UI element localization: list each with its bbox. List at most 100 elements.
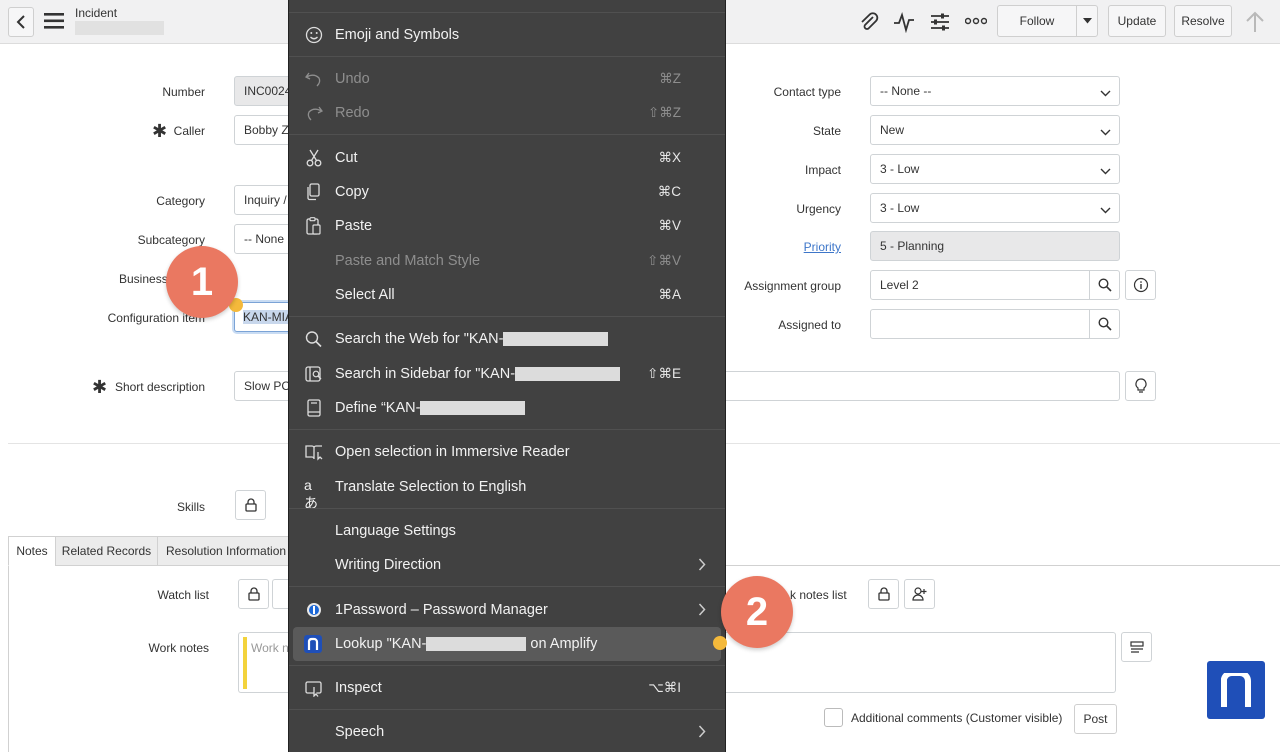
- sidebar-search-icon: [304, 365, 324, 383]
- menu-item-undo[interactable]: Undo ⌘Z: [289, 64, 725, 94]
- arrow-up-icon[interactable]: [1245, 11, 1265, 33]
- short-description-field[interactable]: Slow PC: [234, 371, 294, 401]
- assignment-group-field[interactable]: Level 2: [870, 270, 1090, 300]
- more-options-icon[interactable]: [965, 15, 987, 27]
- menu-separator: [289, 508, 725, 509]
- menu-item-immersive-reader[interactable]: Open selection in Immersive Reader: [289, 437, 725, 467]
- immersive-reader-icon: [304, 443, 324, 461]
- menu-item-label: Search in Sidebar for "KAN-: [335, 366, 516, 382]
- menu-item-label: Speech: [335, 724, 385, 740]
- work-notes-textarea-right[interactable]: [720, 632, 1116, 693]
- menu-item-label: Redo: [335, 105, 370, 121]
- number-field[interactable]: INC00244: [234, 76, 294, 106]
- tab-notes[interactable]: Notes: [8, 536, 56, 566]
- activity-icon[interactable]: [893, 11, 915, 33]
- hamburger-menu-button[interactable]: [44, 12, 64, 30]
- add-user-icon: [911, 587, 928, 601]
- amplify-logo-icon: [1220, 673, 1252, 707]
- menu-item-copy[interactable]: Copy ⌘C: [289, 177, 725, 207]
- chevron-down-icon: [1100, 203, 1111, 217]
- state-value: New: [880, 123, 905, 137]
- onepassword-icon: [304, 601, 324, 619]
- menu-item-select-all[interactable]: Select All ⌘A: [289, 280, 725, 310]
- additional-comments-checkbox[interactable]: [824, 708, 843, 727]
- sliders-icon[interactable]: [929, 11, 951, 33]
- menu-separator: [289, 56, 725, 57]
- menu-item-shortcut: ⌘A: [658, 287, 681, 302]
- caller-field[interactable]: Bobby Za: [234, 115, 294, 145]
- menu-item-shortcut: ⌘V: [658, 218, 681, 233]
- post-button[interactable]: Post: [1074, 704, 1117, 734]
- subcategory-select[interactable]: -- None: [234, 224, 294, 254]
- menu-separator: [289, 429, 725, 430]
- page-title: Incident: [75, 6, 118, 20]
- assigned-to-field[interactable]: [870, 309, 1090, 339]
- watch-list-lock-button[interactable]: [238, 579, 269, 609]
- step-2-pointer-dot: [713, 636, 727, 650]
- menu-item-paste[interactable]: Paste ⌘V: [289, 211, 725, 241]
- magnifier-icon: [304, 330, 324, 348]
- menu-item-label: Open selection in Immersive Reader: [335, 444, 570, 460]
- menu-item-translate[interactable]: aあ Translate Selection to English: [289, 472, 725, 511]
- redacted-record-number: [75, 21, 164, 35]
- short-description-field-right[interactable]: [720, 371, 1120, 401]
- menu-item-label: 1Password – Password Manager: [335, 602, 548, 618]
- menu-item-search-sidebar[interactable]: Search in Sidebar for "KAN- ⇧⌘E: [289, 359, 725, 389]
- menu-separator: [289, 586, 725, 587]
- menu-item-emoji-symbols[interactable]: Emoji and Symbols: [289, 20, 725, 50]
- menu-item-1password[interactable]: 1Password – Password Manager: [289, 595, 725, 625]
- follow-button[interactable]: Follow: [997, 5, 1077, 37]
- update-button[interactable]: Update: [1108, 5, 1166, 37]
- assigned-to-lookup-button[interactable]: [1089, 309, 1120, 339]
- follow-dropdown-button[interactable]: [1076, 5, 1098, 37]
- step-2-badge: 2: [721, 576, 793, 648]
- form-list-icon: [1129, 641, 1144, 653]
- configuration-item-field[interactable]: KAN-MIA: [234, 302, 294, 332]
- menu-item-lookup-amplify[interactable]: Lookup "KAN- on Amplify: [293, 627, 721, 661]
- assignment-group-info-button[interactable]: [1125, 270, 1156, 300]
- menu-item-shortcut: ⇧⌘V: [647, 253, 681, 268]
- skills-lock-button[interactable]: [235, 490, 266, 520]
- work-notes-textarea[interactable]: Work n: [238, 632, 290, 693]
- work-notes-label: Work notes: [148, 641, 209, 655]
- contact-type-select[interactable]: -- None --: [870, 76, 1120, 106]
- priority-field: 5 - Planning: [870, 231, 1120, 261]
- menu-item-label: Paste: [335, 218, 373, 234]
- resolve-button[interactable]: Resolve: [1174, 5, 1232, 37]
- skills-label: Skills: [176, 500, 205, 514]
- menu-item-writing-direction[interactable]: Writing Direction: [289, 550, 725, 580]
- amplify-launcher-button[interactable]: [1207, 661, 1265, 719]
- menu-item-speech[interactable]: Speech: [289, 717, 725, 747]
- paperclip-icon[interactable]: [858, 11, 880, 33]
- menu-item-paste-match-style[interactable]: Paste and Match Style ⇧⌘V: [289, 246, 725, 276]
- work-notes-list-lock-button[interactable]: [868, 579, 899, 609]
- short-description-label: Short description: [114, 380, 205, 394]
- work-notes-list-add-user-button[interactable]: [904, 579, 935, 609]
- impact-select[interactable]: 3 - Low: [870, 154, 1120, 184]
- menu-item-inspect[interactable]: Inspect ⌥⌘I: [289, 673, 725, 703]
- state-select[interactable]: New: [870, 115, 1120, 145]
- tab-related-records[interactable]: Related Records: [55, 536, 158, 566]
- chevron-down-icon: [1100, 86, 1111, 100]
- urgency-select[interactable]: 3 - Low: [870, 193, 1120, 223]
- menu-item-search-web[interactable]: Search the Web for "KAN-: [289, 324, 725, 354]
- search-icon: [1097, 278, 1112, 292]
- priority-link[interactable]: Priority: [730, 240, 841, 254]
- assignment-group-lookup-button[interactable]: [1089, 270, 1120, 300]
- work-notes-format-button[interactable]: [1121, 632, 1152, 662]
- state-label: State: [812, 124, 841, 138]
- lock-icon: [877, 587, 890, 601]
- menu-separator: [289, 316, 725, 317]
- menu-item-language-settings[interactable]: Language Settings: [289, 516, 725, 546]
- back-button[interactable]: [8, 7, 34, 37]
- tab-resolution-information[interactable]: Resolution Information: [157, 536, 290, 566]
- menu-item-label: Cut: [335, 150, 358, 166]
- suggestion-button[interactable]: [1125, 371, 1156, 401]
- menu-item-cut[interactable]: Cut ⌘X: [289, 143, 725, 173]
- category-select[interactable]: Inquiry /: [234, 185, 294, 215]
- assigned-to-label: Assigned to: [778, 318, 841, 332]
- menu-item-define[interactable]: Define “KAN-: [289, 393, 725, 423]
- menu-separator: [289, 12, 725, 13]
- step-1-badge: 1: [166, 246, 238, 318]
- menu-item-redo[interactable]: Redo ⇧⌘Z: [289, 98, 725, 128]
